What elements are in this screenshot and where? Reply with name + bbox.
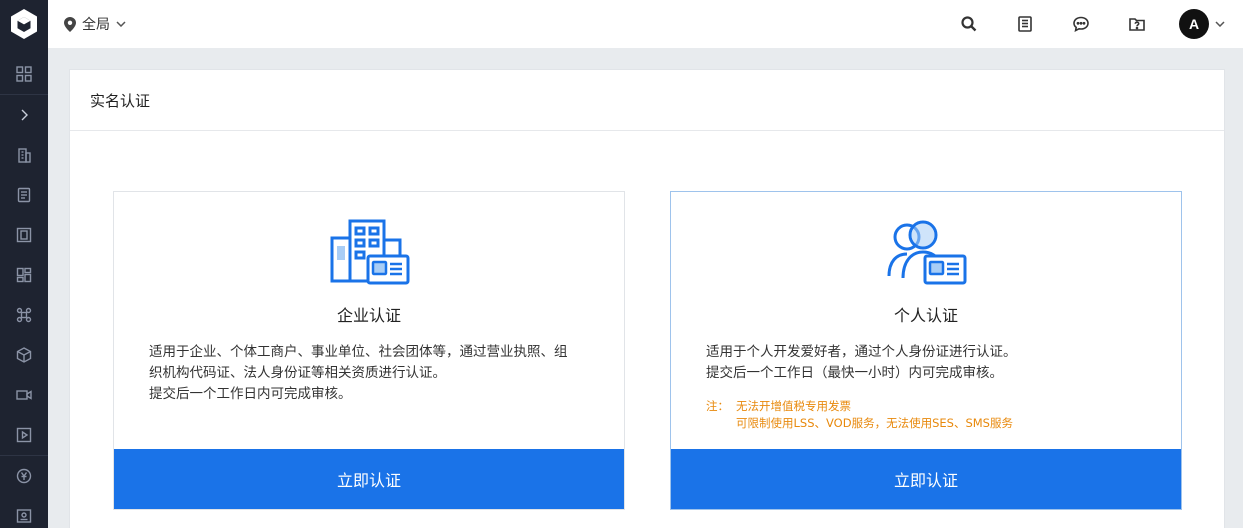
video-icon[interactable] xyxy=(0,375,48,415)
list-document-icon[interactable] xyxy=(1013,12,1037,36)
logo-icon[interactable] xyxy=(0,0,48,48)
sidebar xyxy=(0,0,48,528)
desc-line: 提交后一个工作日内可完成审核。 xyxy=(149,386,352,402)
avatar[interactable]: A xyxy=(1179,9,1209,39)
card-title: 企业认证 xyxy=(336,306,401,325)
region-label: 全局 xyxy=(82,17,110,33)
personal-user-icon xyxy=(887,220,967,285)
personal-verification-card[interactable]: 个人认证 适用于个人开发爱好者，通过个人身份证进行认证。 提交后一个工作日（最快… xyxy=(670,191,1182,510)
chevron-down-icon[interactable] xyxy=(1215,21,1225,27)
message-icon[interactable] xyxy=(1069,12,1093,36)
enterprise-verification-card[interactable]: 企业认证 适用于企业、个体工商户、事业单位、社会团体等，通过营业执照、组 织机构… xyxy=(113,191,625,510)
id-card-icon[interactable] xyxy=(0,496,48,528)
chevron-right-icon[interactable] xyxy=(0,95,48,135)
card-title: 个人认证 xyxy=(893,306,958,325)
building-icon[interactable] xyxy=(0,135,48,175)
location-pin-icon xyxy=(64,16,76,32)
card-description: 适用于企业、个体工商户、事业单位、社会团体等，通过营业执照、组 织机构代码证、法… xyxy=(149,342,589,405)
dashboard-icon[interactable] xyxy=(0,255,48,295)
note-line: 无法开增值税专用发票 xyxy=(736,399,851,413)
card-note: 注： 无法开增值税专用发票 可限制使用LSS、VOD服务，无法使用SES、SMS… xyxy=(706,398,1161,432)
grid-icon[interactable] xyxy=(0,54,48,94)
enterprise-verify-button[interactable]: 立即认证 xyxy=(114,449,624,509)
command-icon[interactable] xyxy=(0,295,48,335)
personal-verify-button[interactable]: 立即认证 xyxy=(671,449,1181,509)
topbar: 全局 A xyxy=(48,0,1243,48)
note-line: 可限制使用LSS、VOD服务，无法使用SES、SMS服务 xyxy=(736,416,1013,430)
frame-icon[interactable] xyxy=(0,215,48,255)
desc-line: 织机构代码证、法人身份证等相关资质进行认证。 xyxy=(149,365,446,381)
page-title: 实名认证 xyxy=(70,70,1224,131)
cube-icon[interactable] xyxy=(0,335,48,375)
desc-line: 提交后一个工作日（最快一小时）内可完成审核。 xyxy=(706,365,1003,381)
search-icon[interactable] xyxy=(957,12,981,36)
card-description: 适用于个人开发爱好者，通过个人身份证进行认证。 提交后一个工作日（最快一小时）内… xyxy=(706,342,1146,384)
document-icon[interactable] xyxy=(0,175,48,215)
region-selector[interactable]: 全局 xyxy=(64,14,126,34)
main-panel: 实名认证 企业认证 适用于企业、个体工商户、事业单位、社会团体等，通过营业执照、 xyxy=(69,69,1225,528)
enterprise-building-icon xyxy=(330,219,410,285)
help-folder-icon[interactable] xyxy=(1125,12,1149,36)
desc-line: 适用于个人开发爱好者，通过个人身份证进行认证。 xyxy=(706,344,1017,360)
note-label: 注： xyxy=(706,399,729,413)
chevron-down-icon xyxy=(116,21,126,27)
desc-line: 适用于企业、个体工商户、事业单位、社会团体等，通过营业执照、组 xyxy=(149,344,568,360)
play-icon[interactable] xyxy=(0,415,48,455)
yen-icon[interactable] xyxy=(0,456,48,496)
